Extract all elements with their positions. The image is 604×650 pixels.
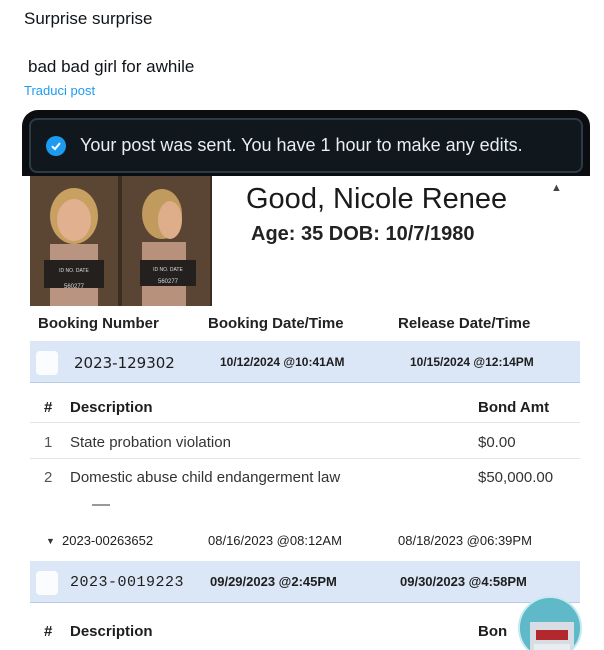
mugshot-side-photo: ID NO. DATE 560277 bbox=[122, 176, 210, 306]
booking-date: 08/16/2023 @08:12AM bbox=[208, 533, 342, 548]
header-booking-date: Booking Date/Time bbox=[208, 315, 344, 332]
charge-hash-header: # bbox=[44, 623, 53, 640]
post-line-2: bad bad girl for awhile bbox=[28, 57, 195, 76]
floating-avatar[interactable] bbox=[518, 596, 582, 650]
booking-number: 2023-0019223 bbox=[70, 574, 185, 591]
charge-description: Domestic abuse child endangerment law bbox=[70, 469, 341, 486]
post-media-image[interactable]: Your post was sent. You have 1 hour to m… bbox=[22, 110, 590, 650]
release-date: 10/15/2024 @12:14PM bbox=[410, 355, 534, 369]
booking-number: 2023-129302 bbox=[74, 354, 175, 372]
post-line-1: Surprise surprise bbox=[24, 9, 153, 28]
svg-text:ID NO. DATE: ID NO. DATE bbox=[59, 268, 89, 274]
charge-number: 2 bbox=[44, 469, 53, 486]
booking-number[interactable]: 2023-00263652 bbox=[62, 533, 153, 548]
header-booking-number: Booking Number bbox=[38, 315, 159, 332]
booking-date: 09/29/2023 @2:45PM bbox=[210, 574, 337, 589]
age-dob: Age: 35 DOB: 10/7/1980 bbox=[251, 223, 475, 245]
expand-caret-icon[interactable]: ▼ bbox=[46, 536, 55, 546]
charge-bond-header: Bond Amt bbox=[478, 399, 550, 416]
charge-hash-header: # bbox=[44, 399, 53, 416]
booking-row[interactable]: 2023-0019223 09/29/2023 @2:45PM 09/30/20… bbox=[30, 561, 580, 603]
charge-bond: $50,000.00 bbox=[478, 469, 554, 486]
mugshot-front-photo: ID NO. DATE 560277 bbox=[30, 176, 118, 306]
booking-row[interactable]: 2023-129302 10/12/2024 @10:41AM 10/15/20… bbox=[30, 341, 580, 383]
release-date: 08/18/2023 @06:39PM bbox=[398, 533, 532, 548]
charge-description-header: Description bbox=[70, 623, 153, 640]
inmate-name: Good, Nicole Renee bbox=[246, 183, 508, 215]
charge-bond: $0.00 bbox=[478, 434, 516, 451]
caret-up-icon[interactable]: ▲ bbox=[551, 182, 562, 194]
header-release-date: Release Date/Time bbox=[398, 315, 531, 332]
charge-number: 1 bbox=[44, 434, 53, 451]
translate-post-link[interactable]: Traduci post bbox=[24, 83, 95, 98]
photo-id-label: 560277 bbox=[158, 279, 179, 285]
charge-description-header: Description bbox=[70, 399, 153, 416]
photo-id-label: 560277 bbox=[64, 284, 85, 290]
booking-date: 10/12/2024 @10:41AM bbox=[220, 355, 345, 369]
check-circle-icon bbox=[46, 135, 66, 156]
charge-description: State probation violation bbox=[70, 434, 231, 451]
mugshot-record-screen: ID NO. DATE 560277 ID NO. DATE 560277 Go… bbox=[22, 176, 590, 650]
release-date: 09/30/2023 @4:58PM bbox=[400, 574, 527, 589]
charge-bond-header: Bon bbox=[478, 623, 508, 640]
banner-text: Your post was sent. You have 1 hour to m… bbox=[80, 135, 523, 155]
svg-text:ID NO. DATE: ID NO. DATE bbox=[153, 267, 183, 273]
post-sent-banner: Your post was sent. You have 1 hour to m… bbox=[29, 118, 583, 173]
